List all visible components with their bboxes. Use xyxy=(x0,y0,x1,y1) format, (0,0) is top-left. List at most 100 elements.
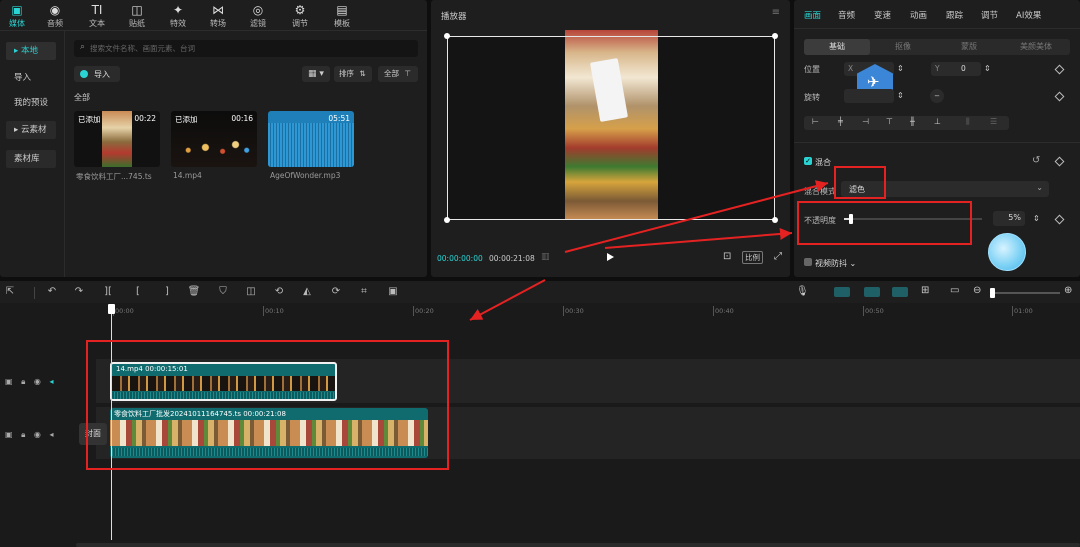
x-stepper[interactable]: ⇕ xyxy=(897,63,904,75)
eye-icon[interactable]: ◉ xyxy=(34,377,41,386)
toolbar-tab-adjust[interactable]: ⚙ 调节 xyxy=(283,3,317,29)
undo-icon[interactable]: ↶ xyxy=(45,286,59,297)
zoom-out-icon[interactable]: ⊖ xyxy=(973,285,981,296)
align-top-icon[interactable]: ⊤ xyxy=(886,117,893,126)
redo-icon[interactable]: ↷ xyxy=(72,286,86,297)
toolbar-tab-template[interactable]: ▤ 模板 xyxy=(325,3,359,29)
import-button[interactable]: 导入 xyxy=(74,66,120,82)
distribute-h-icon[interactable]: ⫼ xyxy=(966,117,970,127)
reverse-icon[interactable]: ⟲ xyxy=(272,286,286,297)
align-vcenter-icon[interactable]: ╫ xyxy=(910,117,915,126)
lock-icon[interactable]: 🔒︎ xyxy=(21,377,25,386)
resize-handle[interactable] xyxy=(772,33,778,39)
screen-icon[interactable]: ▭ xyxy=(950,285,959,296)
zoom-in-icon[interactable]: ⊕ xyxy=(1064,285,1072,296)
subtab-mask[interactable]: 蒙版 xyxy=(936,39,1002,55)
fullscreen-icon[interactable]: ⤢ xyxy=(774,251,782,262)
selection-frame[interactable] xyxy=(447,36,775,220)
inspector-tab-3[interactable]: 动画 xyxy=(910,9,927,21)
position-y-field[interactable]: Y 0 xyxy=(931,62,981,76)
blend-checkbox[interactable]: ✓ xyxy=(804,157,812,165)
lock-icon[interactable]: 🔒︎ xyxy=(21,430,25,439)
opacity-input[interactable]: 5% xyxy=(993,211,1025,226)
align-bottom-icon[interactable]: ⊥ xyxy=(934,117,941,126)
link-icon[interactable] xyxy=(892,287,908,297)
toolbar-tab-filter[interactable]: ◎ 滤镜 xyxy=(241,3,275,29)
inspector-tab-2[interactable]: 变速 xyxy=(874,9,891,21)
toolbar-tab-effects[interactable]: ✦ 特效 xyxy=(161,3,195,29)
subtab-cutout[interactable]: 抠像 xyxy=(870,39,936,55)
shield-icon[interactable]: ⛉ xyxy=(216,286,230,297)
zoom-slider-handle[interactable] xyxy=(990,288,995,298)
playhead-handle[interactable] xyxy=(108,304,115,314)
inspector-tab-4[interactable]: 跟踪 xyxy=(946,9,963,21)
rotate-stepper[interactable]: ⇕ xyxy=(897,90,904,102)
align-right-icon[interactable]: ⊣ xyxy=(862,117,869,126)
mirror-icon[interactable]: ◭ xyxy=(300,286,314,297)
search-input[interactable]: ⌕ 搜索文件名称、画面元素、台词 xyxy=(74,40,418,57)
toolbar-tab-sticker[interactable]: ◫ 贴纸 xyxy=(120,3,154,29)
rotate-dial[interactable]: − xyxy=(930,89,944,103)
sidebar-item-import[interactable]: 导入 xyxy=(6,69,56,87)
filter-button[interactable]: 全部 ⊤ xyxy=(378,66,418,82)
sidebar-item-presets[interactable]: 我的预设 xyxy=(6,94,56,112)
media-item-video1[interactable]: 已添加 00:22 xyxy=(74,111,160,167)
split-right-icon[interactable]: ] xyxy=(160,286,174,297)
ratio-button[interactable]: 比例 xyxy=(742,251,763,264)
opacity-stepper[interactable]: ⇕ xyxy=(1033,213,1040,225)
zoom-slider[interactable] xyxy=(990,288,1060,298)
mic-icon[interactable]: 🎙 xyxy=(796,286,809,297)
sidebar-item-local[interactable]: ▸ 本地 xyxy=(6,42,56,60)
rotate-field[interactable] xyxy=(844,89,894,103)
preview-canvas[interactable] xyxy=(444,30,778,223)
sidebar-item-library[interactable]: 素材库 xyxy=(6,150,56,168)
keyframe-diamond-icon[interactable] xyxy=(1054,64,1065,75)
timeline-ruler[interactable] xyxy=(0,304,1080,318)
image-icon[interactable]: ▣ xyxy=(386,286,400,297)
inspector-tab-1[interactable]: 音频 xyxy=(838,9,855,21)
resize-handle[interactable] xyxy=(444,33,450,39)
split-left-icon[interactable]: [ xyxy=(131,286,145,297)
stabilize-checkbox[interactable] xyxy=(804,258,812,266)
crop-icon[interactable]: ⌗ xyxy=(357,286,371,297)
link-main-track-icon[interactable] xyxy=(834,287,850,297)
media-item-video2[interactable]: 已添加 00:16 xyxy=(171,111,257,167)
subtab-beauty[interactable]: 美颜美体 xyxy=(1002,39,1070,55)
menu-icon[interactable]: ≡ xyxy=(772,7,780,18)
audio-icon[interactable]: ◂ xyxy=(49,377,53,386)
delete-icon[interactable]: 🗑︎ xyxy=(187,286,201,297)
align-left-icon[interactable]: ⊢ xyxy=(812,117,819,126)
keyframe-diamond-icon[interactable] xyxy=(1054,91,1065,102)
magnet-icon[interactable] xyxy=(864,287,880,297)
rotate-icon[interactable]: ⟳ xyxy=(329,286,343,297)
select-cursor-icon[interactable]: ⇱ xyxy=(3,286,17,297)
sort-button[interactable]: 排序 ⇅ xyxy=(334,66,372,82)
toolbar-tab-text[interactable]: TI 文本 xyxy=(80,3,114,29)
keyframe-diamond-icon[interactable] xyxy=(1054,156,1065,167)
eye-icon[interactable]: ◉ xyxy=(34,430,41,439)
toolbar-tab-transition[interactable]: ⋈ 转场 xyxy=(201,3,235,29)
floating-assistant-bubble[interactable] xyxy=(988,233,1026,271)
split-preview-icon[interactable]: ⊞ xyxy=(921,285,929,296)
y-stepper[interactable]: ⇕ xyxy=(984,63,991,75)
freeze-frame-icon[interactable]: ◫ xyxy=(244,286,258,297)
reset-icon[interactable]: ↺ xyxy=(1032,155,1040,166)
align-hcenter-icon[interactable]: ╪ xyxy=(838,117,843,126)
inspector-tab-6[interactable]: AI效果 xyxy=(1016,9,1041,21)
play-button[interactable] xyxy=(607,253,614,261)
subtab-basic[interactable]: 基础 xyxy=(804,39,870,55)
distribute-v-icon[interactable]: ☰ xyxy=(990,117,997,126)
media-item-audio[interactable]: 05:51 xyxy=(268,111,354,167)
split-icon[interactable]: ][ xyxy=(101,286,115,297)
keyframe-diamond-icon[interactable] xyxy=(1054,214,1065,225)
inspector-tab-5[interactable]: 调节 xyxy=(981,9,998,21)
inspector-tab-0[interactable]: 画面 xyxy=(804,9,821,21)
toolbar-tab-audio[interactable]: ◉ 音频 xyxy=(38,3,72,29)
toolbar-tab-media[interactable]: ▣ 媒体 xyxy=(0,3,34,29)
resize-handle[interactable] xyxy=(444,217,450,223)
timeline-grid-icon[interactable]: ▥ xyxy=(541,252,550,262)
view-toggle-button[interactable]: ▦ ▾ xyxy=(302,66,330,82)
audio-icon[interactable]: ◂ xyxy=(49,430,53,439)
sidebar-item-cloud[interactable]: ▸ 云素材 xyxy=(6,121,56,139)
timeline-scrollbar[interactable] xyxy=(76,543,1080,547)
